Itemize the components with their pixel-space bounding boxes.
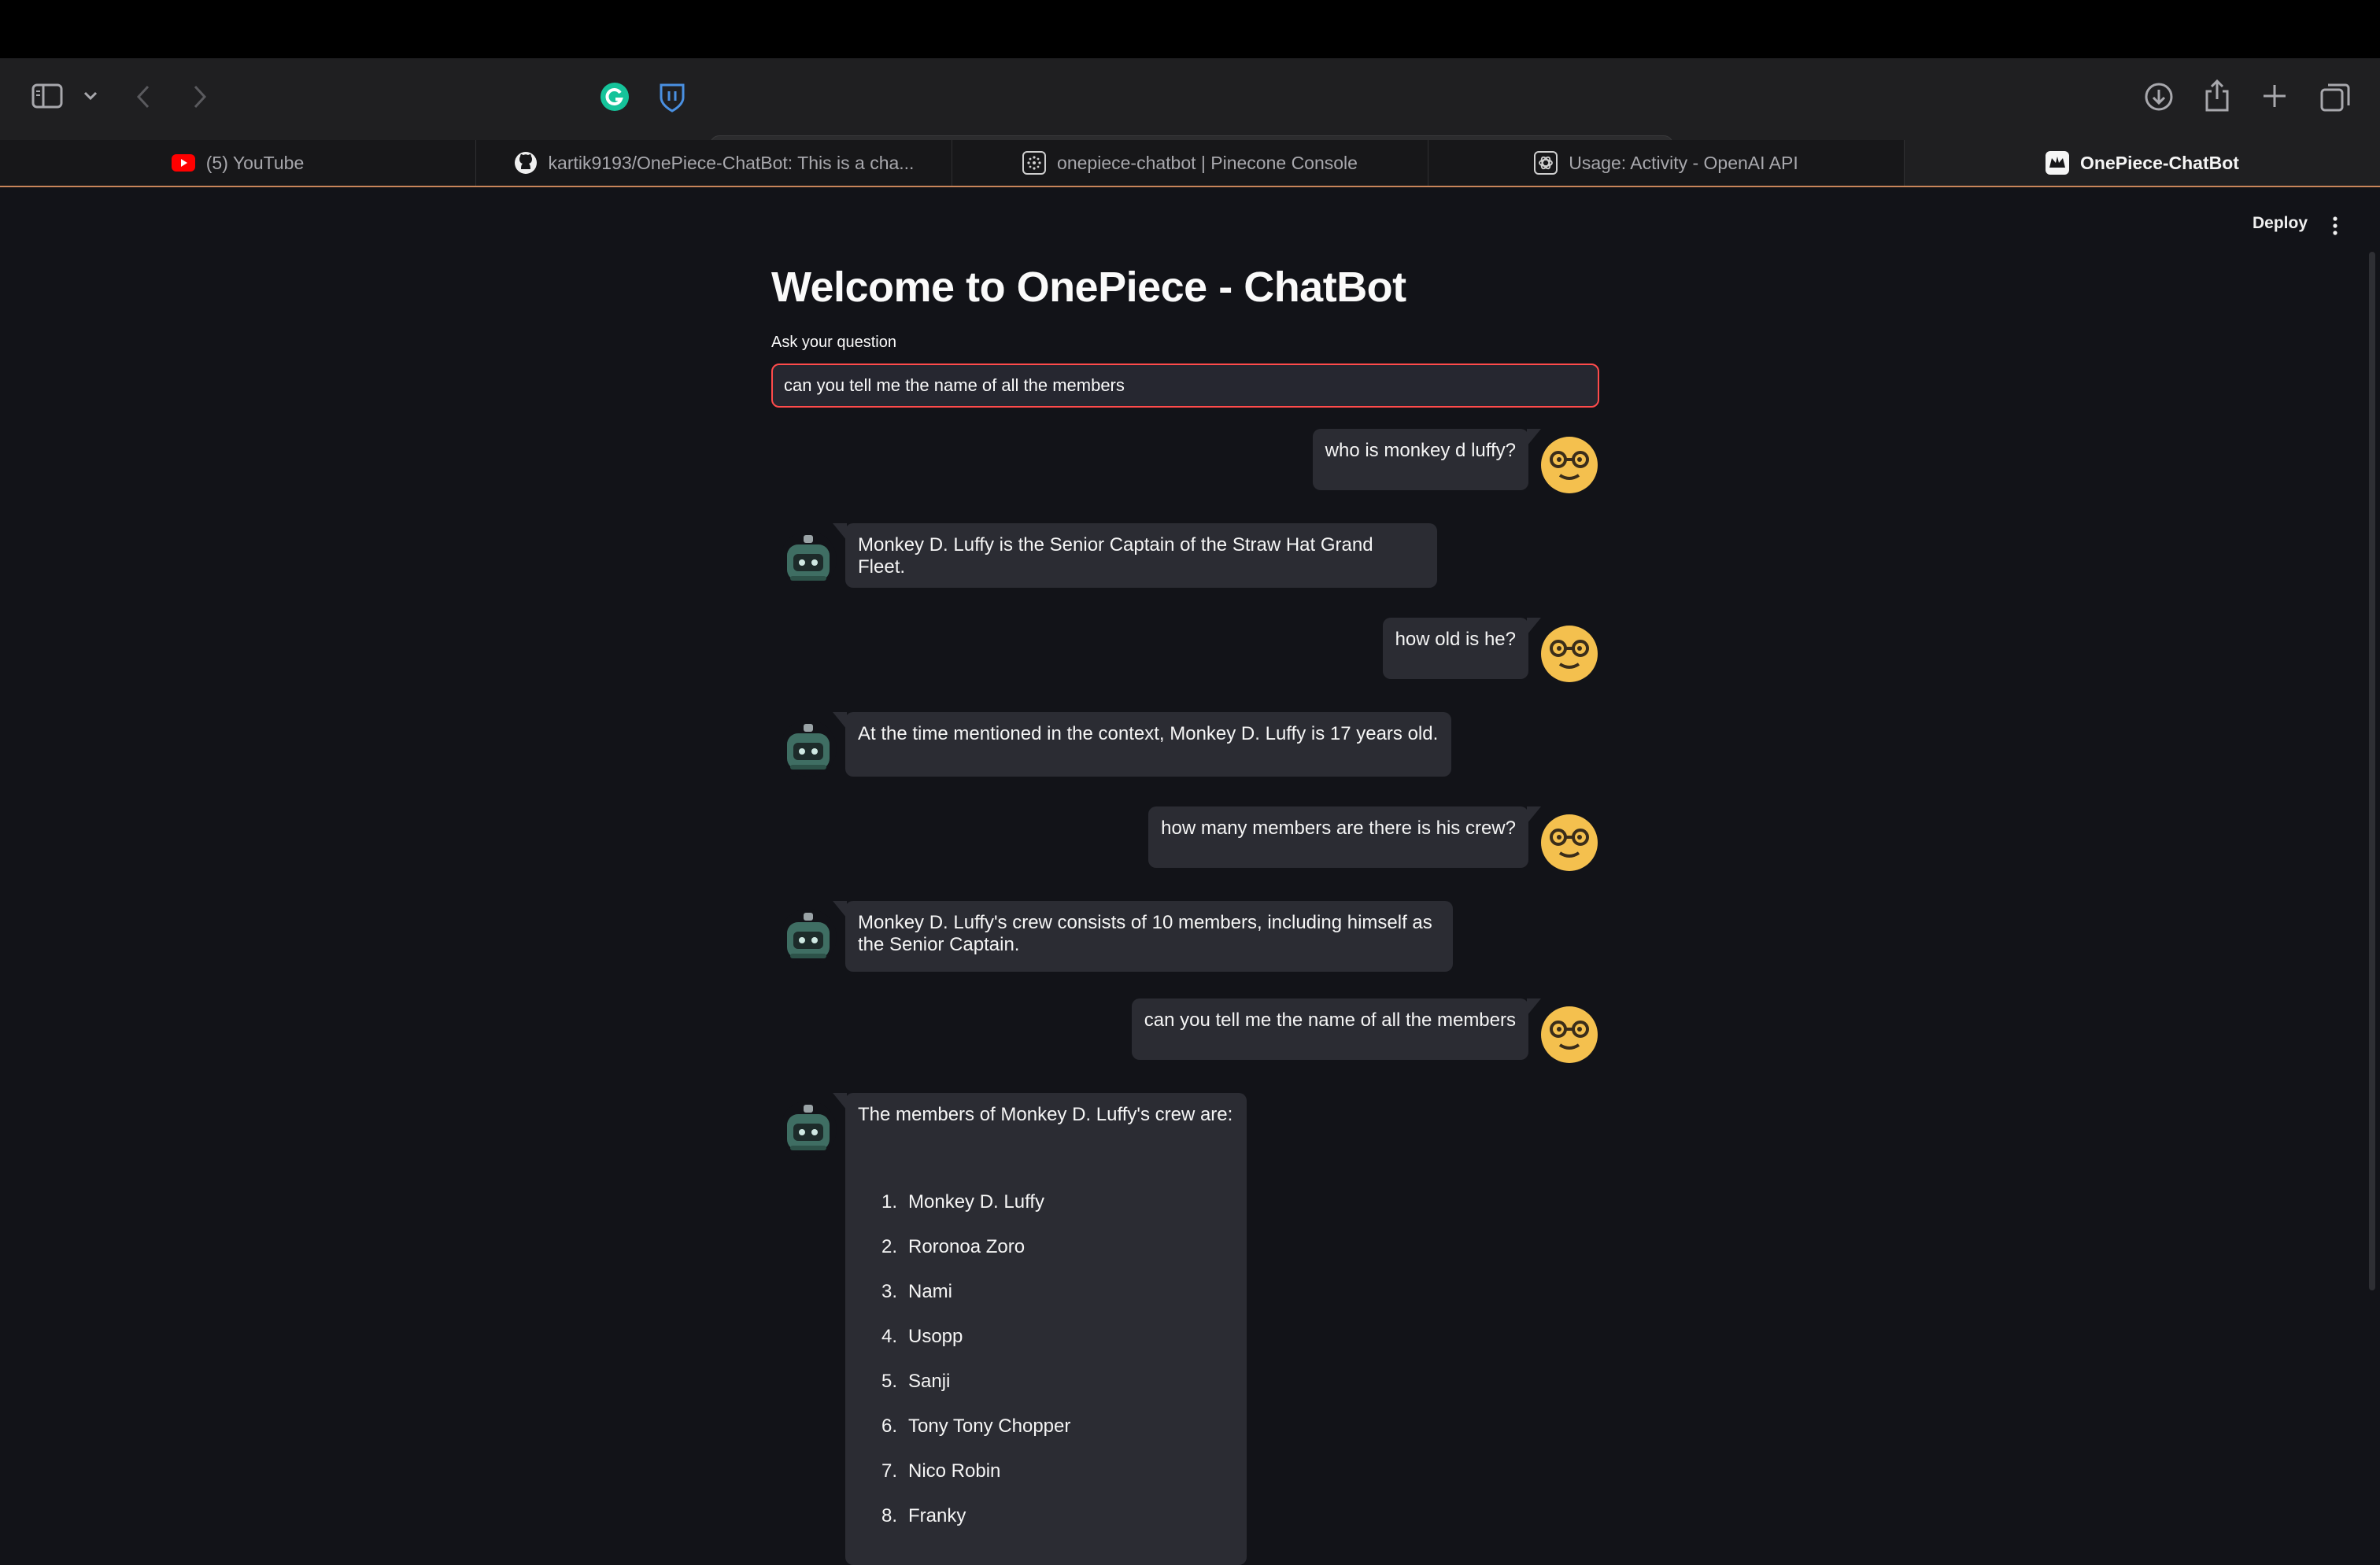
chat-main: Welcome to OnePiece - ChatBot Ask your q…	[771, 186, 1602, 1565]
question-input[interactable]	[771, 364, 1599, 408]
bot-avatar-icon	[779, 530, 837, 589]
message-text: Monkey D. Luffy's crew consists of 10 me…	[858, 912, 1432, 955]
youtube-icon	[171, 151, 195, 175]
forward-arrow-icon[interactable]	[192, 85, 208, 109]
list-text: Nami	[908, 1281, 953, 1302]
bot-avatar-icon	[779, 1100, 837, 1158]
tab-onepiece-chatbot[interactable]: OnePiece-ChatBot	[1905, 140, 2380, 186]
user-message-bubble: who is monkey d luffy?	[1312, 429, 1542, 490]
list-item: 8. Franky	[881, 1493, 1234, 1538]
list-text: Tony Tony Chopper	[908, 1416, 1071, 1437]
more-options-icon[interactable]	[2331, 214, 2339, 238]
list-item: 4. Usopp	[881, 1314, 1234, 1359]
tab-title: (5) YouTube	[205, 152, 305, 173]
new-tab-plus-icon[interactable]	[2262, 83, 2287, 109]
share-icon[interactable]	[2204, 79, 2230, 112]
user-avatar-icon	[1540, 625, 1598, 683]
sidebar-toggle-icon[interactable]	[31, 83, 63, 109]
bot-message-bubble: At the time mentioned in the context, Mo…	[833, 712, 1451, 777]
tab-github[interactable]: kartik9193/OnePiece-ChatBot: This is a c…	[476, 140, 952, 186]
question-label: Ask your question	[771, 334, 896, 351]
list-number: 5.	[881, 1371, 898, 1392]
message-text: Monkey D. Luffy is the Senior Captain of…	[858, 534, 1373, 578]
bitwarden-shield-icon[interactable]	[658, 82, 686, 113]
bot-avatar-icon	[779, 908, 837, 966]
message-text: who is monkey d luffy?	[1325, 440, 1516, 461]
streamlit-icon	[2046, 151, 2070, 175]
tab-overview-icon[interactable]	[2320, 82, 2350, 112]
user-avatar-icon	[1540, 814, 1598, 872]
list-number: 6.	[881, 1416, 898, 1437]
user-message-bubble: how many members are there is his crew?	[1148, 806, 1541, 868]
tab-title: OnePiece-ChatBot	[2080, 152, 2239, 173]
browser-toolbar: localhost	[0, 58, 2380, 181]
message-text: The members of Monkey D. Luffy's crew ar…	[858, 1104, 1233, 1125]
message-text: how many members are there is his crew?	[1161, 818, 1516, 839]
deploy-button[interactable]: Deploy	[2252, 214, 2308, 233]
back-arrow-icon[interactable]	[135, 85, 151, 109]
list-item: 6. Tony Tony Chopper	[881, 1404, 1234, 1449]
tab-title: Usage: Activity - OpenAI API	[1569, 152, 1798, 173]
page-title: Welcome to OnePiece - ChatBot	[771, 264, 1406, 311]
downloads-icon[interactable]	[2144, 82, 2174, 112]
page-scrollbar[interactable]	[2369, 252, 2375, 1290]
list-text: Roronoa Zoro	[908, 1236, 1026, 1257]
bot-avatar-icon	[779, 719, 837, 777]
openai-icon	[1534, 151, 1558, 175]
list-item: 1. Monkey D. Luffy	[881, 1179, 1234, 1224]
list-number: 8.	[881, 1505, 898, 1526]
bot-message-bubble: The members of Monkey D. Luffy's crew ar…	[833, 1093, 1247, 1565]
list-item: 7. Nico Robin	[881, 1449, 1234, 1493]
list-text: Nico Robin	[908, 1460, 1001, 1482]
tab-youtube[interactable]: (5) YouTube	[0, 140, 476, 186]
tab-title: onepiece-chatbot | Pinecone Console	[1057, 152, 1358, 173]
list-number: 1.	[881, 1191, 898, 1213]
list-number: 2.	[881, 1236, 898, 1257]
tab-pinecone[interactable]: onepiece-chatbot | Pinecone Console	[952, 140, 1428, 186]
system-menu-bar	[0, 0, 2380, 58]
list-item: 3. Nami	[881, 1269, 1234, 1314]
list-text: Monkey D. Luffy	[908, 1191, 1044, 1213]
user-message-bubble: how old is he?	[1382, 618, 1542, 679]
chevron-down-icon[interactable]	[83, 91, 98, 101]
github-icon	[514, 151, 538, 175]
list-number: 3.	[881, 1281, 898, 1302]
list-text: Franky	[908, 1505, 966, 1526]
bot-message-bubble: Monkey D. Luffy is the Senior Captain of…	[833, 523, 1437, 588]
list-text: Sanji	[908, 1371, 951, 1392]
bot-message-bubble: Monkey D. Luffy's crew consists of 10 me…	[833, 901, 1453, 972]
crew-members-list: 1. Monkey D. Luffy 2. Roronoa Zoro 3. Nami …	[858, 1179, 1234, 1538]
message-text: can you tell me the name of all the memb…	[1144, 1009, 1516, 1031]
message-text: how old is he?	[1395, 629, 1516, 650]
tab-openai[interactable]: Usage: Activity - OpenAI API	[1428, 140, 1905, 186]
list-number: 7.	[881, 1460, 898, 1482]
message-text: At the time mentioned in the context, Mo…	[858, 723, 1439, 744]
list-item: 2. Roronoa Zoro	[881, 1224, 1234, 1269]
pinecone-icon	[1022, 151, 1047, 175]
list-number: 4.	[881, 1326, 898, 1347]
tab-title: kartik9193/OnePiece-ChatBot: This is a c…	[548, 152, 915, 173]
list-text: Usopp	[908, 1326, 963, 1347]
user-avatar-icon	[1540, 1006, 1598, 1064]
user-message-bubble: can you tell me the name of all the memb…	[1131, 998, 1542, 1060]
list-item: 5. Sanji	[881, 1359, 1234, 1404]
tab-bar: (5) YouTube kartik9193/OnePiece-ChatBot:…	[0, 140, 2380, 187]
grammarly-extension-icon[interactable]	[600, 82, 630, 112]
user-avatar-icon	[1540, 436, 1598, 494]
